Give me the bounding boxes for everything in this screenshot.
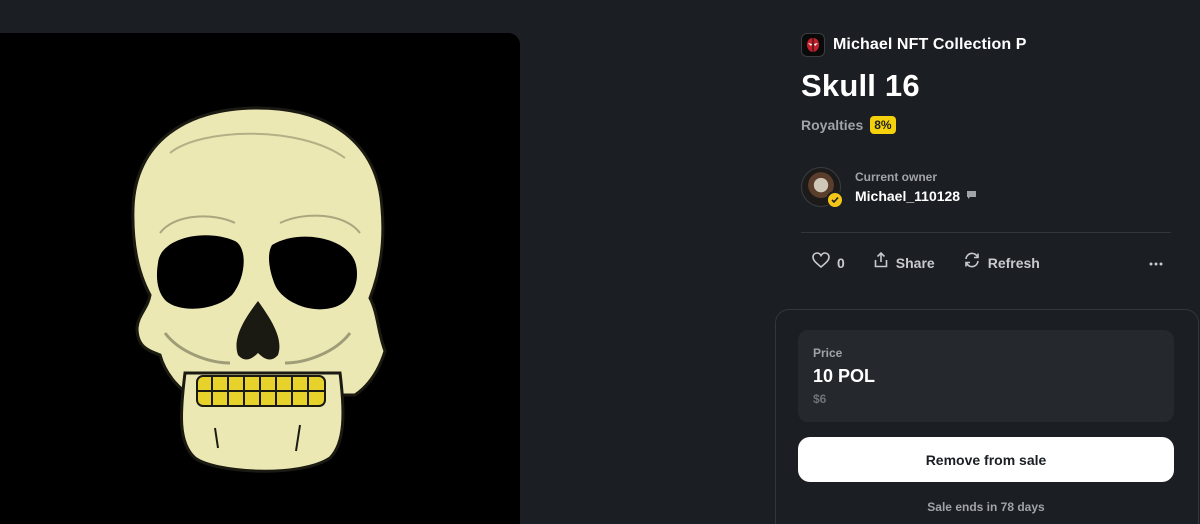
like-count: 0 [837, 254, 845, 271]
collection-link[interactable]: Michael NFT Collection P [801, 33, 1027, 57]
like-button[interactable]: 0 [812, 252, 845, 273]
spider-mask-icon [801, 33, 825, 57]
verified-check-icon [826, 191, 844, 209]
nft-item-page: Michael NFT Collection P Skull 16 Royalt… [0, 0, 1200, 524]
share-icon [873, 251, 889, 273]
owner-info: Current owner Michael_110128 [855, 170, 977, 205]
royalties: Royalties 8% [801, 116, 896, 134]
owner-label: Current owner [855, 169, 938, 184]
more-horizontal-icon [1149, 253, 1163, 271]
price-value: 10 POL [813, 366, 876, 386]
share-button[interactable]: Share [873, 251, 935, 273]
divider [801, 232, 1171, 233]
refresh-button[interactable]: Refresh [963, 252, 1040, 273]
message-icon[interactable] [966, 187, 977, 205]
item-title: Skull 16 [801, 68, 920, 103]
owner-row: Michael_110128 [855, 187, 977, 205]
skull-image [0, 33, 520, 524]
share-label: Share [895, 254, 935, 271]
royalties-label: Royalties [801, 117, 864, 133]
price-box: Price 10 POL $6 [798, 330, 1174, 422]
more-options-button[interactable] [1146, 252, 1166, 272]
sale-ends-text: Sale ends in 78 days [927, 500, 1045, 514]
owner-avatar[interactable] [801, 167, 844, 209]
heart-icon [812, 252, 830, 273]
collection-name: Michael NFT Collection P [833, 36, 1027, 53]
remove-from-sale-button[interactable]: Remove from sale [798, 437, 1174, 482]
price-label: Price [813, 346, 843, 360]
refresh-icon [963, 252, 981, 273]
owner-name[interactable]: Michael_110128 [855, 188, 960, 204]
royalties-badge: 8% [870, 116, 896, 134]
item-actions: 0 Share Refresh [812, 251, 1040, 273]
refresh-label: Refresh [987, 254, 1040, 271]
current-owner[interactable]: Current owner Michael_110128 [801, 167, 977, 209]
sale-card: Price 10 POL $6 Remove from sale Sale en… [775, 309, 1199, 524]
price-fiat: $6 [813, 392, 827, 406]
nft-artwork[interactable] [0, 33, 520, 524]
